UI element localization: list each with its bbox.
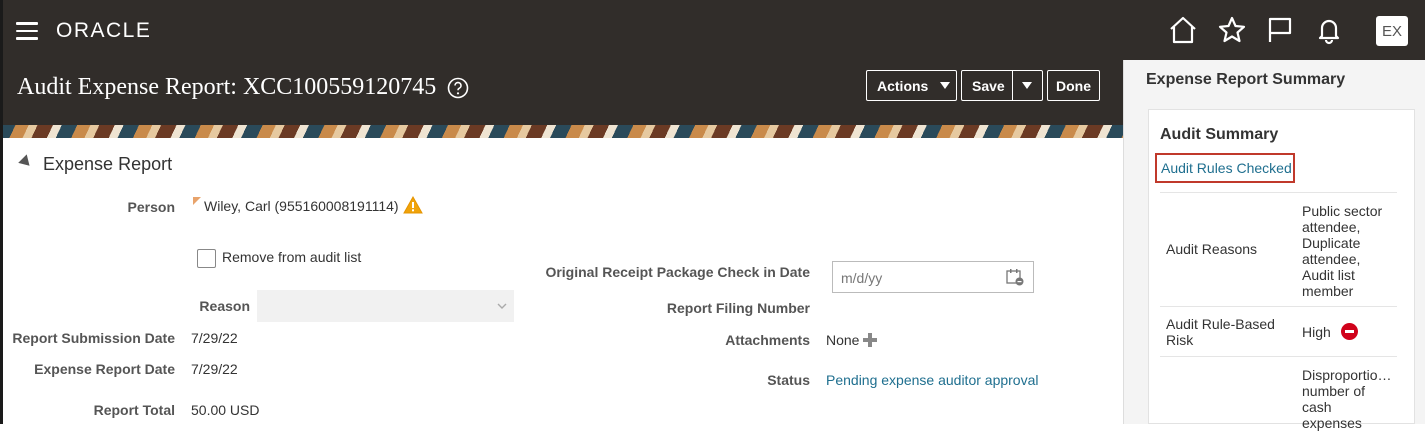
global-header: ORACLE EX (0, 0, 1425, 60)
reason-line: Disproportio… (1302, 367, 1392, 383)
save-menu-chevron-icon[interactable] (1013, 82, 1042, 89)
reason-line: attendee, (1302, 219, 1361, 235)
reason-line: Duplicate (1302, 235, 1361, 251)
filing-number-label: Report Filing Number (666, 300, 810, 316)
divider (1160, 306, 1397, 307)
remove-from-audit-checkbox[interactable] (197, 249, 216, 268)
receipt-check-in-label: Original Receipt Package Check in Date (545, 264, 810, 280)
star-icon[interactable] (1216, 14, 1248, 46)
audit-summary-title: Audit Summary (1160, 126, 1279, 143)
attachments-label: Attachments (725, 332, 810, 348)
decorative-banner (0, 125, 1123, 138)
chevron-down-icon (497, 303, 507, 309)
help-icon[interactable] (447, 77, 469, 99)
reason-label: Reason (199, 298, 250, 314)
oracle-logo[interactable]: ORACLE (56, 19, 151, 43)
reason-line: attendee, (1302, 251, 1361, 267)
audit-risk-value: High (1302, 323, 1394, 340)
reason-line: cash (1302, 399, 1332, 415)
hamburger-menu-icon[interactable] (16, 22, 38, 40)
risk-label-line: Risk (1166, 332, 1194, 348)
audit-risk-label: Audit Rule-Based Risk (1166, 316, 1275, 348)
audit-summary-card: Audit Summary Audit Rules Checked Audit … (1148, 109, 1415, 431)
reason-select[interactable] (257, 290, 514, 322)
person-label: Person (127, 199, 175, 215)
reason-line: member (1302, 283, 1354, 299)
expense-date-label: Expense Report Date (34, 361, 175, 377)
reason-line: number of (1302, 383, 1366, 399)
third-reason-value: Disproportio… number of cash expenses (1302, 367, 1394, 431)
flag-icon[interactable] (1264, 14, 1296, 46)
expense-report-section: Expense Report Person Wiley, Carl (95516… (0, 138, 1123, 424)
risk-label-line: Audit Rule-Based (1166, 316, 1275, 332)
add-attachment-icon[interactable] (861, 331, 879, 349)
collapse-triangle-icon[interactable] (18, 154, 34, 170)
divider (1160, 192, 1397, 193)
audit-rules-checked-link[interactable]: Audit Rules Checked (1155, 153, 1295, 183)
section-header[interactable]: Expense Report (18, 154, 173, 175)
user-avatar[interactable]: EX (1376, 16, 1408, 46)
page-title: Audit Expense Report: XCC100559120745 (17, 74, 437, 100)
person-value[interactable]: Wiley, Carl (955160008191114) (204, 198, 399, 214)
submission-date-value: 7/29/22 (191, 330, 238, 346)
reason-line: expenses (1302, 415, 1362, 431)
actions-menu-button[interactable]: Actions (866, 70, 957, 101)
page-header: Audit Expense Report: XCC100559120745 Ac… (0, 60, 1123, 125)
window-edge (0, 0, 3, 424)
divider (1160, 356, 1397, 357)
actions-button-label: Actions (877, 77, 929, 94)
submission-date-label: Report Submission Date (12, 330, 175, 346)
report-total-value: 50.00 USD (191, 402, 260, 418)
expense-report-summary-panel: Expense Report Summary Audit Summary Aud… (1123, 60, 1425, 431)
panel-title: Expense Report Summary (1146, 71, 1346, 88)
bell-icon[interactable] (1313, 14, 1345, 46)
audit-reasons-value: Public sector attendee, Duplicate attend… (1302, 203, 1394, 299)
remove-from-audit-label[interactable]: Remove from audit list (222, 249, 361, 265)
home-icon[interactable] (1167, 14, 1199, 46)
high-risk-icon (1340, 323, 1358, 340)
warning-icon (403, 196, 423, 214)
chevron-down-icon (940, 82, 951, 89)
save-button-label: Save (972, 77, 1005, 94)
required-flag-icon (193, 197, 201, 205)
receipt-date-input[interactable]: m/d/yy (832, 261, 1034, 293)
receipt-date-placeholder: m/d/yy (841, 270, 883, 286)
expense-date-value: 7/29/22 (191, 361, 238, 377)
reason-line: Audit list (1302, 267, 1355, 283)
reason-line: Public sector (1302, 203, 1383, 219)
status-link[interactable]: Pending expense auditor approval (826, 372, 1039, 388)
report-total-label: Report Total (93, 402, 175, 418)
status-label: Status (767, 372, 810, 388)
section-title: Expense Report (43, 154, 173, 174)
done-button[interactable]: Done (1047, 70, 1100, 101)
audit-reasons-label: Audit Reasons (1166, 241, 1258, 257)
save-button[interactable]: Save (961, 70, 1043, 101)
calendar-icon[interactable] (1005, 267, 1025, 287)
attachments-value: None (826, 332, 860, 348)
risk-value-text: High (1302, 324, 1331, 340)
